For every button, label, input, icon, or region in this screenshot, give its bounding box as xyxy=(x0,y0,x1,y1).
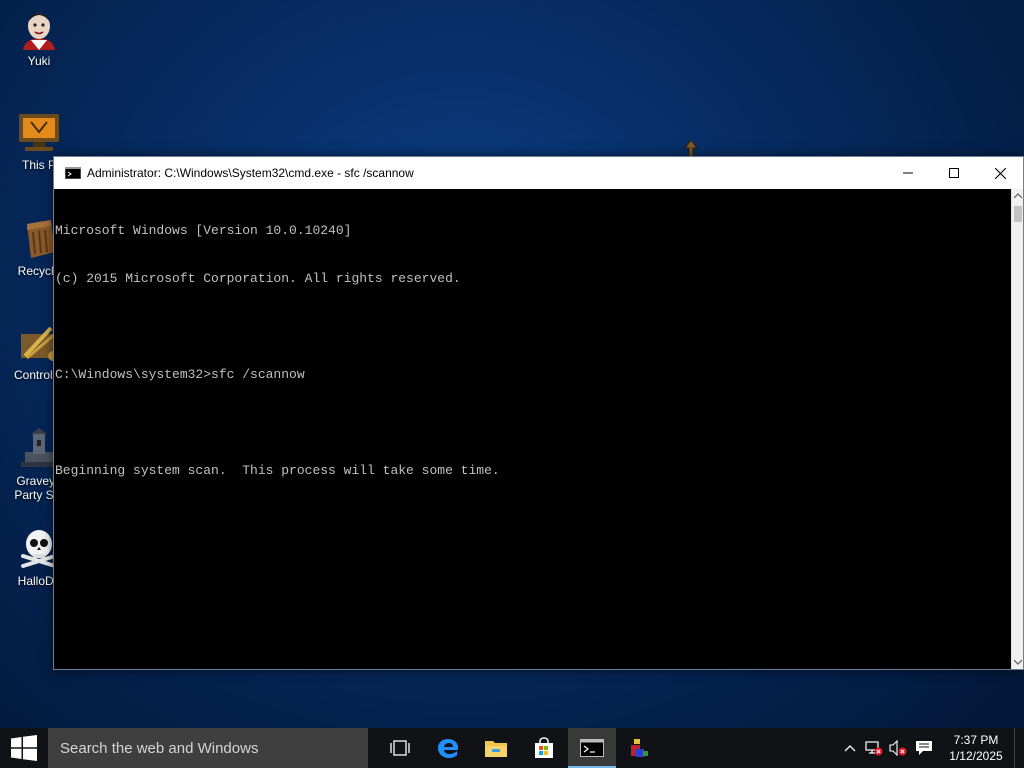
computer-icon xyxy=(19,114,59,151)
clock-time: 7:37 PM xyxy=(953,733,999,747)
close-button[interactable] xyxy=(977,157,1023,189)
close-icon xyxy=(994,167,1006,179)
minimize-button[interactable] xyxy=(885,157,931,189)
network-disconnected-icon xyxy=(865,741,883,756)
taskbar-app[interactable] xyxy=(616,728,664,768)
action-center-button[interactable] xyxy=(910,728,938,768)
show-hidden-icons-button[interactable] xyxy=(838,728,862,768)
console-line: (c) 2015 Microsoft Corporation. All righ… xyxy=(55,271,461,286)
taskbar-store[interactable] xyxy=(520,728,568,768)
clock[interactable]: 7:37 PM 1/12/2025 xyxy=(938,732,1014,764)
volume-muted-icon xyxy=(889,740,907,756)
show-desktop-button[interactable] xyxy=(1014,728,1024,768)
window-title: Administrator: C:\Windows\System32\cmd.e… xyxy=(87,166,414,180)
cmd-app-icon xyxy=(65,167,81,179)
desktop-icon-yuki[interactable]: Yuki xyxy=(1,6,77,68)
scroll-down-icon[interactable] xyxy=(1014,658,1022,666)
taskbar: Search the web and Windows 7:37 PM 1/12/… xyxy=(0,728,1024,768)
vertical-scrollbar[interactable] xyxy=(1011,189,1023,669)
start-button[interactable] xyxy=(0,728,48,768)
store-icon xyxy=(535,737,553,758)
minimize-icon xyxy=(903,172,913,174)
task-view-button[interactable] xyxy=(376,728,424,768)
console-line: Beginning system scan. This process will… xyxy=(55,463,500,478)
system-tray: 7:37 PM 1/12/2025 xyxy=(838,728,1024,768)
clock-date: 1/12/2025 xyxy=(949,749,1003,763)
window-controls xyxy=(885,157,1023,189)
console-output[interactable]: Microsoft Windows [Version 10.0.10240] (… xyxy=(54,189,1011,669)
chevron-up-icon xyxy=(844,745,856,752)
cmd-window[interactable]: Administrator: C:\Windows\System32\cmd.e… xyxy=(53,156,1024,670)
app-blocks-icon xyxy=(631,739,648,757)
cmd-taskbar-icon xyxy=(580,739,604,757)
volume-tray-button[interactable] xyxy=(886,728,910,768)
scrollbar-thumb[interactable] xyxy=(1014,206,1022,222)
folder-icon xyxy=(485,741,507,757)
console-line: Microsoft Windows [Version 10.0.10240] xyxy=(55,223,352,238)
task-view-icon xyxy=(390,740,410,756)
title-bar[interactable]: Administrator: C:\Windows\System32\cmd.e… xyxy=(54,157,1023,189)
vampire-icon xyxy=(23,13,55,50)
taskbar-cmd[interactable] xyxy=(568,728,616,768)
maximize-button[interactable] xyxy=(931,157,977,189)
windows-logo-icon xyxy=(11,735,37,761)
console-line: C:\Windows\system32>sfc /scannow xyxy=(55,367,305,382)
desktop-icon-label: Yuki xyxy=(27,54,51,68)
taskbar-edge[interactable] xyxy=(424,728,472,768)
notification-icon xyxy=(916,741,932,755)
edge-browser-icon xyxy=(438,739,458,758)
network-tray-button[interactable] xyxy=(862,728,886,768)
maximize-icon xyxy=(949,168,959,178)
taskbar-file-explorer[interactable] xyxy=(472,728,520,768)
scroll-up-icon[interactable] xyxy=(1014,192,1022,200)
search-input[interactable]: Search the web and Windows xyxy=(48,728,368,768)
